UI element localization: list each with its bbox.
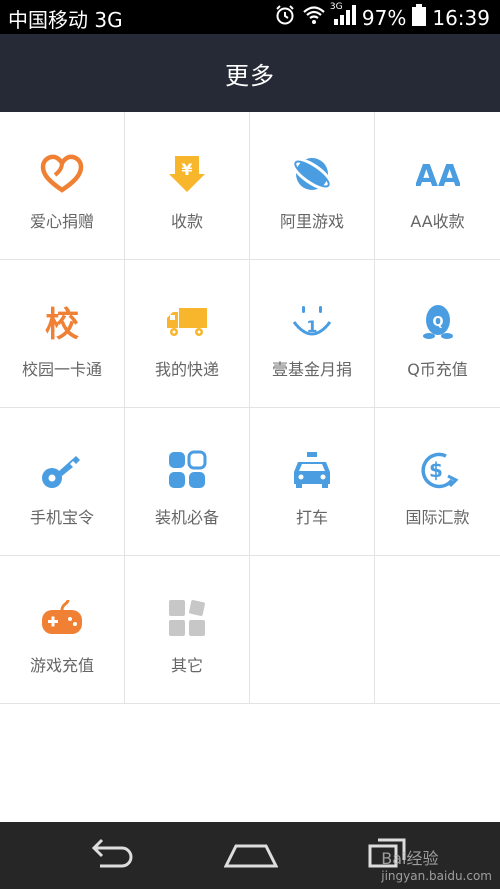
- grid-item-label: 爱心捐赠: [29, 212, 94, 231]
- grid-item-label: AA收款: [410, 212, 465, 231]
- title-bar: 更多: [0, 34, 500, 112]
- wifi-icon: [302, 5, 326, 30]
- svg-text:AA: AA: [416, 159, 460, 194]
- truck-icon: [165, 300, 209, 344]
- status-bar: 中国移动 3G 3G 97% 16:39: [0, 0, 500, 34]
- svg-text:¥: ¥: [181, 160, 192, 179]
- grid-item-essential-apps[interactable]: 装机必备: [125, 408, 250, 555]
- key-icon: [40, 448, 84, 492]
- grid-item-game-recharge[interactable]: 游戏充值: [0, 556, 125, 703]
- grid-row: 爱心捐赠 ¥ 收款 阿里游戏 AA AA收款: [0, 112, 500, 260]
- battery-percent: 97%: [361, 5, 407, 30]
- grid-item-love-donation[interactable]: 爱心捐赠: [0, 112, 125, 259]
- yen-download-icon: ¥: [165, 152, 209, 196]
- taxi-icon: [290, 448, 334, 492]
- grid-item-phone-token[interactable]: 手机宝令: [0, 408, 125, 555]
- grid-item-intl-remittance[interactable]: $ 国际汇款: [375, 408, 500, 555]
- grid-row: 游戏充值 其它: [0, 556, 500, 704]
- other-grid-icon: [165, 596, 209, 640]
- grid-row: 校 校园一卡通 我的快递 1 壹基金月捐 Q Q币充值: [0, 260, 500, 408]
- grid-item-label: Q币充值: [407, 360, 468, 379]
- watermark: Bai经验 jingyan.baidu.com: [381, 845, 492, 883]
- grid-item-label: 其它: [170, 656, 203, 675]
- battery-icon: [412, 4, 427, 31]
- back-button[interactable]: [86, 836, 136, 876]
- carrier-label: 中国移动 3G: [8, 8, 123, 32]
- watermark-line1: Bai经验: [381, 849, 439, 868]
- grid-item-label: 打车: [295, 508, 328, 527]
- gamepad-icon: [40, 596, 84, 640]
- grid-item-label: 校园一卡通: [21, 360, 102, 379]
- svg-text:$: $: [429, 458, 443, 482]
- watermark-line2: jingyan.baidu.com: [381, 869, 492, 883]
- svg-text:1: 1: [306, 317, 317, 336]
- apps-icon: [165, 448, 209, 492]
- grid-item-my-express[interactable]: 我的快递: [125, 260, 250, 407]
- aa-icon: AA: [416, 152, 460, 196]
- grid-item-label: 我的快递: [154, 360, 219, 379]
- grid-item-taxi[interactable]: 打车: [250, 408, 375, 555]
- dollar-globe-icon: $: [416, 448, 460, 492]
- svg-text:校: 校: [45, 305, 79, 344]
- grid-item-campus-card[interactable]: 校 校园一卡通: [0, 260, 125, 407]
- status-icons: 3G 97% 16:39: [274, 2, 490, 31]
- penguin-icon: Q: [416, 300, 460, 344]
- grid-item-label: 阿里游戏: [279, 212, 344, 231]
- home-icon: [223, 844, 279, 876]
- grid-item-receive-money[interactable]: ¥ 收款: [125, 112, 250, 259]
- signal-icon: 3G: [329, 2, 356, 30]
- smile-one-icon: 1: [290, 300, 334, 344]
- grid-item-empty: [375, 556, 500, 703]
- back-icon: [86, 838, 136, 876]
- page-title: 更多: [225, 61, 275, 90]
- navigation-bar: Bai经验 jingyan.baidu.com: [0, 822, 500, 889]
- home-button[interactable]: [223, 836, 279, 876]
- grid-item-ali-games[interactable]: 阿里游戏: [250, 112, 375, 259]
- planet-icon: [290, 152, 334, 196]
- network-type-label: 3G: [329, 2, 343, 12]
- clock-label: 16:39: [432, 5, 490, 30]
- svg-text:Q: Q: [432, 315, 443, 330]
- grid-item-empty: [250, 556, 375, 703]
- grid-item-label: 游戏充值: [29, 656, 94, 675]
- grid-item-label: 壹基金月捐: [271, 360, 352, 379]
- services-grid: 爱心捐赠 ¥ 收款 阿里游戏 AA AA收款 校 校园一卡通 我的快递 1 壹基…: [0, 112, 500, 704]
- grid-item-label: 手机宝令: [29, 508, 94, 527]
- grid-item-label: 装机必备: [154, 508, 219, 527]
- grid-item-qcoin-recharge[interactable]: Q Q币充值: [375, 260, 500, 407]
- grid-row: 手机宝令 装机必备 打车 $ 国际汇款: [0, 408, 500, 556]
- grid-item-one-foundation[interactable]: 1 壹基金月捐: [250, 260, 375, 407]
- grid-item-other[interactable]: 其它: [125, 556, 250, 703]
- grid-item-aa-collect[interactable]: AA AA收款: [375, 112, 500, 259]
- grid-item-label: 国际汇款: [405, 508, 470, 527]
- campus-icon: 校: [40, 300, 84, 344]
- heart-icon: [40, 152, 84, 196]
- alarm-icon: [274, 4, 296, 31]
- grid-item-label: 收款: [170, 212, 203, 231]
